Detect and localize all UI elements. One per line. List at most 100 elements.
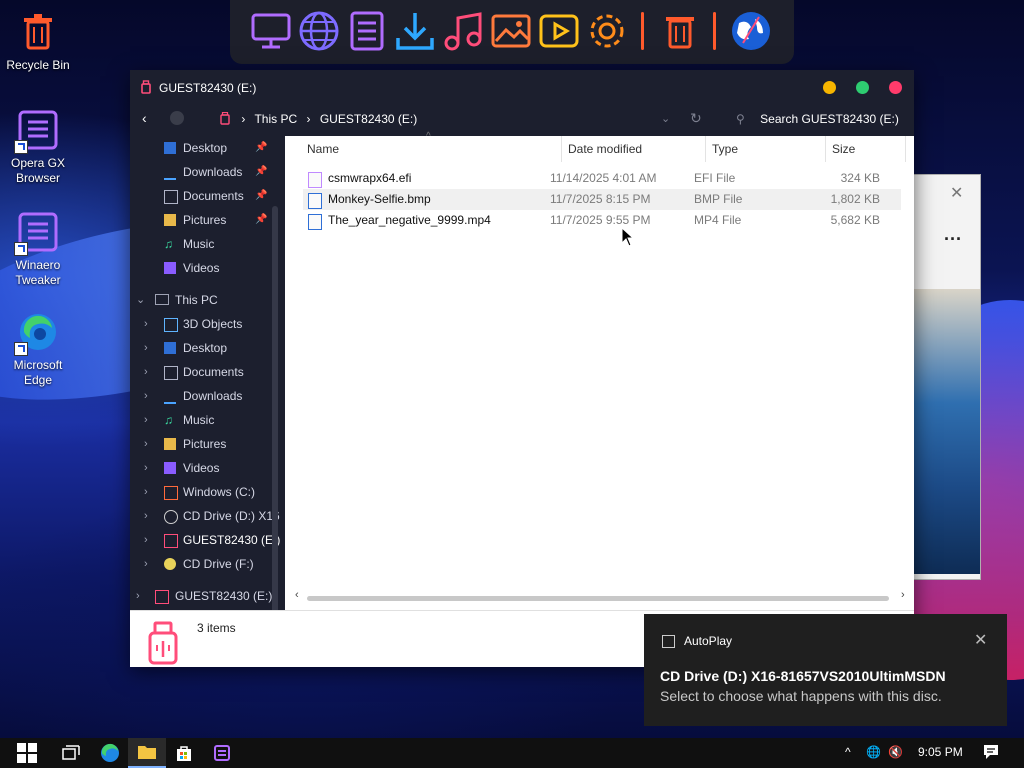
nav-item-cd-drive-f[interactable]: › CD Drive (F:) xyxy=(130,552,280,576)
nav-item-videos[interactable]: Videos xyxy=(130,256,280,280)
chevron-right-icon[interactable]: › xyxy=(136,584,140,608)
minimize-button[interactable] xyxy=(823,81,836,94)
nav-item-cd-drive-d[interactable]: › CD Drive (D:) X16 xyxy=(130,504,280,528)
chevron-right-icon[interactable]: › xyxy=(144,432,148,456)
horizontal-scrollbar[interactable]: ‹ › xyxy=(295,589,909,604)
video-icon[interactable] xyxy=(536,8,582,54)
column-divider[interactable] xyxy=(825,136,826,162)
chevron-right-icon[interactable]: › xyxy=(144,360,148,384)
desktop-icon-recycle-bin[interactable]: Recycle Bin xyxy=(0,10,76,73)
file-name: The_year_negative_9999.mp4 xyxy=(328,213,491,227)
document-icon xyxy=(164,366,178,380)
chevron-up-icon[interactable]: ^ xyxy=(845,745,851,759)
table-row[interactable]: The_year_negative_9999.mp4 11/7/2025 9:5… xyxy=(303,210,901,231)
nav-item-this-pc[interactable]: ⌄ This PC xyxy=(130,288,280,312)
nav-item-guest-e[interactable]: › GUEST82430 (E:) xyxy=(130,528,280,552)
scrollbar-thumb[interactable] xyxy=(307,596,889,601)
chevron-right-icon[interactable]: › xyxy=(144,384,148,408)
column-header-date[interactable]: Date modified xyxy=(568,136,642,162)
scroll-left-icon[interactable]: ‹ xyxy=(295,589,299,601)
nav-item-desktop[interactable]: Desktop 📌 xyxy=(130,136,280,160)
gear-icon[interactable] xyxy=(584,8,630,54)
clock[interactable]: 9:05 PM xyxy=(918,745,963,759)
nav-item-desktop-pc[interactable]: › Desktop xyxy=(130,336,280,360)
chevron-down-icon[interactable]: ⌄ xyxy=(136,288,145,312)
start-button[interactable] xyxy=(8,738,46,768)
desktop-icon-label: Microsoft Edge xyxy=(13,358,63,387)
search-box[interactable]: ⚲ Search GUEST82430 (E:) xyxy=(736,112,899,126)
breadcrumb-current[interactable]: GUEST82430 (E:) xyxy=(320,112,417,126)
volume-muted-icon[interactable]: 🔇 xyxy=(888,745,903,759)
nav-item-pictures-pc[interactable]: › Pictures xyxy=(130,432,280,456)
taskbar-store[interactable] xyxy=(165,738,203,768)
column-divider[interactable] xyxy=(905,136,906,162)
trash-icon[interactable] xyxy=(657,8,703,54)
forward-arrow-icon[interactable] xyxy=(170,111,184,125)
nav-item-documents[interactable]: Documents 📌 xyxy=(130,184,280,208)
chevron-right-icon[interactable]: › xyxy=(144,528,148,552)
more-options-icon[interactable]: ··· xyxy=(944,229,962,250)
back-arrow-icon[interactable]: ‹ xyxy=(142,110,147,126)
drive-icon xyxy=(164,486,178,500)
store-icon xyxy=(177,746,191,761)
chevron-down-icon[interactable]: ⌄ xyxy=(661,112,670,125)
task-view-button[interactable] xyxy=(52,738,90,768)
document-icon[interactable] xyxy=(344,8,390,54)
music-icon: ♫ xyxy=(164,237,173,251)
column-divider[interactable] xyxy=(705,136,706,162)
music-icon[interactable] xyxy=(440,8,486,54)
background-window[interactable]: ✕ ··· xyxy=(905,174,981,580)
action-center-icon[interactable] xyxy=(982,743,1000,764)
taskbar-winaero[interactable] xyxy=(203,738,241,768)
picture-icon[interactable] xyxy=(488,8,534,54)
close-button[interactable] xyxy=(889,81,902,94)
monitor-icon[interactable] xyxy=(248,8,294,54)
column-header-name[interactable]: Name xyxy=(307,136,339,162)
nav-item-downloads[interactable]: Downloads 📌 xyxy=(130,160,280,184)
nav-item-documents-pc[interactable]: › Documents xyxy=(130,360,280,384)
scroll-right-icon[interactable]: › xyxy=(901,589,905,601)
nav-item-3d-objects[interactable]: › 3D Objects xyxy=(130,312,280,336)
refresh-icon[interactable]: ↻ xyxy=(690,110,702,127)
column-header-type[interactable]: Type xyxy=(712,136,738,162)
autoplay-notification[interactable]: AutoPlay ✕ CD Drive (D:) X16-81657VS2010… xyxy=(644,614,1007,726)
close-icon[interactable]: ✕ xyxy=(950,183,963,203)
taskbar-edge[interactable] xyxy=(91,738,129,768)
maximize-button[interactable] xyxy=(856,81,869,94)
nav-item-windows-c[interactable]: › Windows (C:) xyxy=(130,480,280,504)
chevron-right-icon[interactable]: › xyxy=(144,480,148,504)
nav-item-label: Pictures xyxy=(183,437,227,451)
chevron-right-icon[interactable]: › xyxy=(144,552,148,576)
close-icon[interactable]: ✕ xyxy=(974,630,987,650)
nav-item-music-pc[interactable]: › ♫ Music xyxy=(130,408,280,432)
nav-item-music[interactable]: ♫ Music xyxy=(130,232,280,256)
desktop-icon-winaero-tweaker[interactable]: Winaero Tweaker xyxy=(0,210,76,288)
taskbar-file-explorer[interactable] xyxy=(128,738,166,768)
world-icon[interactable] xyxy=(728,8,774,54)
column-header-size[interactable]: Size xyxy=(832,136,855,162)
globe-icon[interactable] xyxy=(296,8,342,54)
language-globe-icon[interactable]: 🌐 xyxy=(866,745,881,759)
desktop-icon-opera-gx[interactable]: Opera GX Browser xyxy=(0,108,76,186)
nav-item-downloads-pc[interactable]: › Downloads xyxy=(130,384,280,408)
chevron-right-icon[interactable]: › xyxy=(144,504,148,528)
address-bar: ‹ › This PC › GUEST82430 (E:) ⌄ ↻ ⚲ Sear… xyxy=(130,104,914,136)
nav-item-videos-pc[interactable]: › Videos xyxy=(130,456,280,480)
breadcrumb-this-pc[interactable]: This PC xyxy=(254,112,297,126)
table-row[interactable]: csmwrapx64.efi 11/14/2025 4:01 AM EFI Fi… xyxy=(303,168,901,189)
desktop-icon-microsoft-edge[interactable]: Microsoft Edge xyxy=(0,310,76,388)
download-icon[interactable] xyxy=(392,8,438,54)
chevron-right-icon[interactable]: › xyxy=(144,456,148,480)
breadcrumb[interactable]: › This PC › GUEST82430 (E:) xyxy=(220,111,423,128)
nav-scrollbar[interactable] xyxy=(272,206,278,610)
nav-item-pictures[interactable]: Pictures 📌 xyxy=(130,208,280,232)
shortcut-arrow-icon xyxy=(14,140,28,154)
winaero-tweaker-icon xyxy=(14,210,60,256)
nav-item-guest-e-root[interactable]: › GUEST82430 (E:) xyxy=(130,584,280,608)
computer-icon xyxy=(155,294,169,305)
table-row[interactable]: Monkey-Selfie.bmp 11/7/2025 8:15 PM BMP … xyxy=(303,189,901,210)
chevron-right-icon[interactable]: › xyxy=(144,312,148,336)
column-divider[interactable] xyxy=(561,136,562,162)
chevron-right-icon[interactable]: › xyxy=(144,408,148,432)
chevron-right-icon[interactable]: › xyxy=(144,336,148,360)
